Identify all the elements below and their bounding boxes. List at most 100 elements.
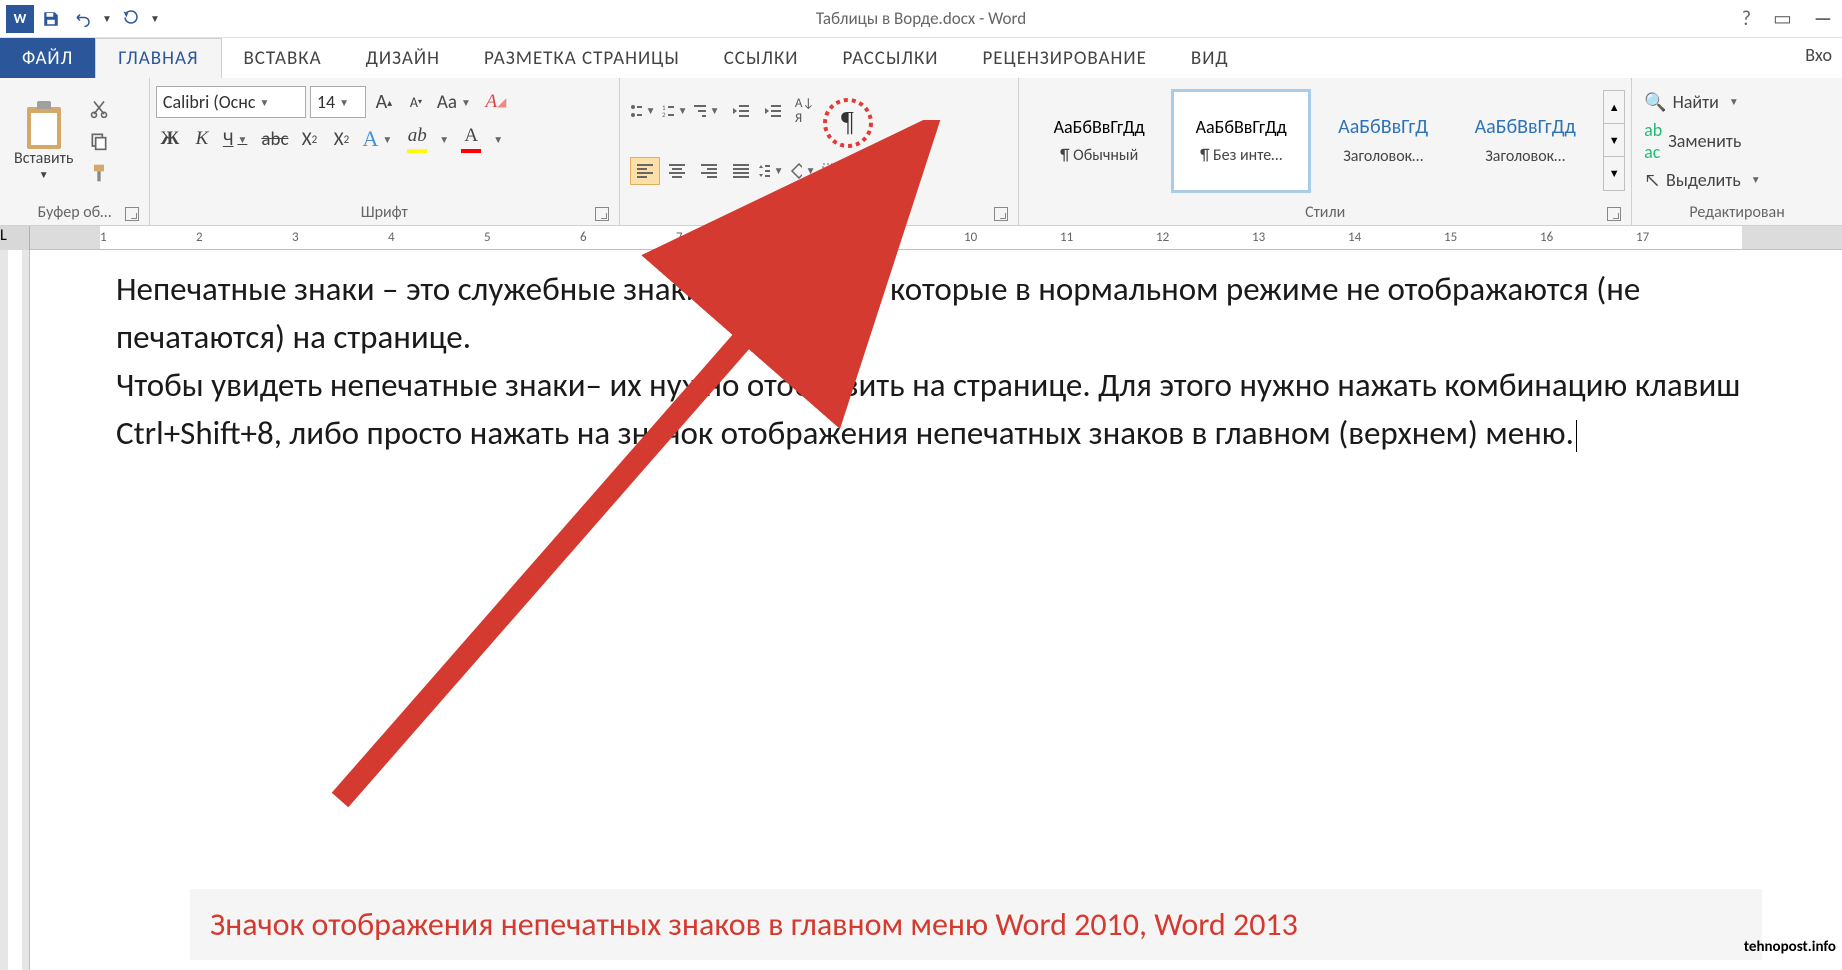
- document-paragraph: Непечатные знаки – это служебные знаки п…: [116, 266, 1762, 362]
- horizontal-ruler[interactable]: 1234567891011121314151617: [30, 226, 1842, 250]
- clear-formatting-icon[interactable]: A◢: [482, 87, 510, 117]
- help-icon[interactable]: ?: [1742, 7, 1751, 31]
- group-paragraph: ▼ 12▼ ▼ А↓Я ¶ ▼ ▼: [620, 78, 1020, 225]
- redo-icon[interactable]: [116, 4, 146, 34]
- tab-home[interactable]: ГЛАВНАЯ: [95, 38, 221, 78]
- editing-group-label: Редактирован: [1689, 203, 1784, 222]
- undo-dropdown-icon[interactable]: ▼: [100, 4, 114, 34]
- find-button[interactable]: 🔍Найти▼: [1644, 91, 1764, 113]
- ruler-tick: 2: [196, 230, 203, 245]
- replace-icon: abac: [1644, 119, 1662, 163]
- tab-view[interactable]: ВИД: [1169, 38, 1251, 78]
- decrease-indent-button[interactable]: [726, 97, 756, 125]
- style-item[interactable]: АаБбВвГгДЗаголовок…: [1313, 89, 1453, 193]
- ruler-tick: 7: [676, 230, 683, 245]
- line-spacing-button[interactable]: ▼: [758, 157, 788, 185]
- group-font: Calibri (Оснс▼ 14▼ A▴ A▾ Aa▼ A◢ Ж К Ч▼ a…: [150, 78, 620, 225]
- italic-button[interactable]: К: [188, 124, 216, 154]
- tab-file[interactable]: ФАЙЛ: [0, 38, 95, 78]
- show-hide-pilcrow-button[interactable]: ¶: [822, 97, 874, 149]
- align-right-button[interactable]: [694, 157, 724, 185]
- word-app-icon[interactable]: W: [6, 5, 34, 33]
- sign-in-label[interactable]: Вхо: [1805, 44, 1832, 66]
- tab-review[interactable]: РЕЦЕНЗИРОВАНИЕ: [960, 38, 1168, 78]
- justify-button[interactable]: [726, 157, 756, 185]
- annotation-caption: Значок отображения непечатных знаков в г…: [190, 889, 1762, 960]
- tab-layout[interactable]: РАЗМЕТКА СТРАНИЦЫ: [462, 38, 702, 78]
- ribbon-display-icon[interactable]: ▭: [1773, 6, 1792, 31]
- format-painter-icon[interactable]: [85, 160, 113, 186]
- paragraph-group-label: Абзац: [798, 203, 839, 222]
- ribbon: Вставить ▼ Буфер об… Calibri (Оснс▼ 14▼ …: [0, 78, 1842, 226]
- vertical-ruler[interactable]: [0, 250, 30, 970]
- save-icon[interactable]: [36, 4, 66, 34]
- style-item[interactable]: АаБбВвГгДд ¶ Без инте…: [1171, 89, 1311, 193]
- style-item[interactable]: АаБбВвГгДд¶ Обычный: [1029, 89, 1169, 193]
- shrink-font-icon[interactable]: A▾: [402, 87, 430, 117]
- borders-button[interactable]: ▼: [822, 157, 852, 185]
- tab-mailings[interactable]: РАССЫЛКИ: [821, 38, 961, 78]
- shading-button[interactable]: ▼: [790, 157, 820, 185]
- chevron-down-icon[interactable]: ▼: [435, 133, 453, 146]
- cut-icon[interactable]: [85, 96, 113, 122]
- document-area: Непечатные знаки – это служебные знаки п…: [0, 250, 1842, 970]
- text-effects-button[interactable]: A▼: [359, 124, 399, 154]
- style-preview: АаБбВвГгДд: [1196, 116, 1287, 138]
- bold-button[interactable]: Ж: [156, 124, 184, 154]
- tab-insert[interactable]: ВСТАВКА: [222, 38, 344, 78]
- style-name: Заголовок…: [1485, 147, 1565, 166]
- underline-button[interactable]: Ч▼: [220, 124, 254, 154]
- strikethrough-button[interactable]: abc: [258, 124, 291, 154]
- svg-text:2: 2: [662, 110, 666, 118]
- ruler-tick: 8: [772, 230, 779, 245]
- select-button[interactable]: ↖Выделить▼: [1644, 169, 1764, 191]
- ruler-tick: 14: [1348, 230, 1361, 245]
- group-styles: АаБбВвГгДд¶ Обычный АаБбВвГгДд ¶ Без инте……: [1019, 78, 1632, 225]
- change-case-button[interactable]: Aa▼: [434, 87, 478, 117]
- minimize-icon[interactable]: —: [1814, 7, 1832, 31]
- tab-references[interactable]: ССЫЛКИ: [702, 38, 821, 78]
- subscript-button[interactable]: X2: [295, 124, 323, 154]
- align-left-button[interactable]: [630, 157, 660, 185]
- font-size-input[interactable]: 14▼: [310, 86, 366, 118]
- styles-scroll-up-icon[interactable]: ▲: [1604, 91, 1624, 124]
- undo-icon[interactable]: [68, 4, 98, 34]
- align-center-button[interactable]: [662, 157, 692, 185]
- styles-expand-icon[interactable]: ▼: [1604, 157, 1624, 190]
- paragraph-launcher[interactable]: [994, 207, 1008, 221]
- style-name: ¶ Без инте…: [1200, 146, 1282, 165]
- window-controls: ? ▭ —: [1742, 6, 1832, 31]
- superscript-button[interactable]: X2: [327, 124, 355, 154]
- paste-button[interactable]: Вставить ▼: [6, 97, 81, 185]
- styles-scroll-down-icon[interactable]: ▼: [1604, 124, 1624, 157]
- binoculars-icon: 🔍: [1644, 91, 1666, 113]
- qat-customize-icon[interactable]: ▼: [148, 4, 162, 34]
- multilevel-list-button[interactable]: ▼: [694, 97, 724, 125]
- replace-button[interactable]: abacЗаменить: [1644, 119, 1764, 163]
- font-color-button[interactable]: A: [457, 124, 485, 154]
- style-name: Заголовок…: [1343, 147, 1423, 166]
- styles-launcher[interactable]: [1607, 207, 1621, 221]
- bullets-button[interactable]: ▼: [630, 97, 660, 125]
- numbering-button[interactable]: 12▼: [662, 97, 692, 125]
- document-page[interactable]: Непечатные знаки – это служебные знаки п…: [30, 250, 1842, 970]
- chevron-down-icon[interactable]: ▼: [335, 96, 353, 109]
- text-cursor: [1576, 420, 1577, 452]
- group-clipboard: Вставить ▼ Буфер об…: [0, 78, 150, 225]
- chevron-down-icon[interactable]: ▼: [489, 133, 507, 146]
- highlight-button[interactable]: ab: [403, 124, 431, 154]
- sort-button[interactable]: А↓Я: [790, 97, 820, 125]
- clipboard-launcher[interactable]: [125, 207, 139, 221]
- group-editing: 🔍Найти▼ abacЗаменить ↖Выделить▼ Редактир…: [1632, 78, 1842, 225]
- copy-icon[interactable]: [85, 128, 113, 154]
- ruler-tick: 11: [1060, 230, 1073, 245]
- clipboard-group-label: Буфер об…: [38, 203, 112, 222]
- grow-font-icon[interactable]: A▴: [370, 87, 398, 117]
- font-name-input[interactable]: Calibri (Оснс▼: [156, 86, 306, 118]
- font-launcher[interactable]: [595, 207, 609, 221]
- styles-gallery: АаБбВвГгДд¶ Обычный АаБбВвГгДд ¶ Без инте……: [1025, 85, 1599, 197]
- chevron-down-icon[interactable]: ▼: [256, 96, 274, 109]
- style-item[interactable]: АаБбВвГгДдЗаголовок…: [1455, 89, 1595, 193]
- increase-indent-button[interactable]: [758, 97, 788, 125]
- tab-design[interactable]: ДИЗАЙН: [344, 38, 462, 78]
